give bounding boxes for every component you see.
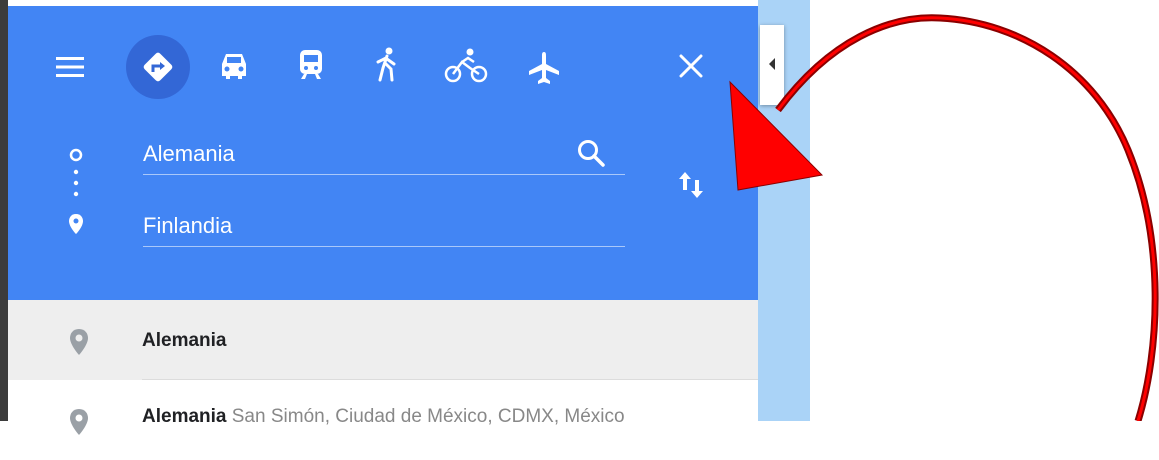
- annotation-arrowhead: [729, 80, 824, 191]
- annotation-curve-outline: [775, 14, 1159, 421]
- annotation-overlay: [729, 14, 1159, 421]
- annotation-curve: [776, 16, 1157, 421]
